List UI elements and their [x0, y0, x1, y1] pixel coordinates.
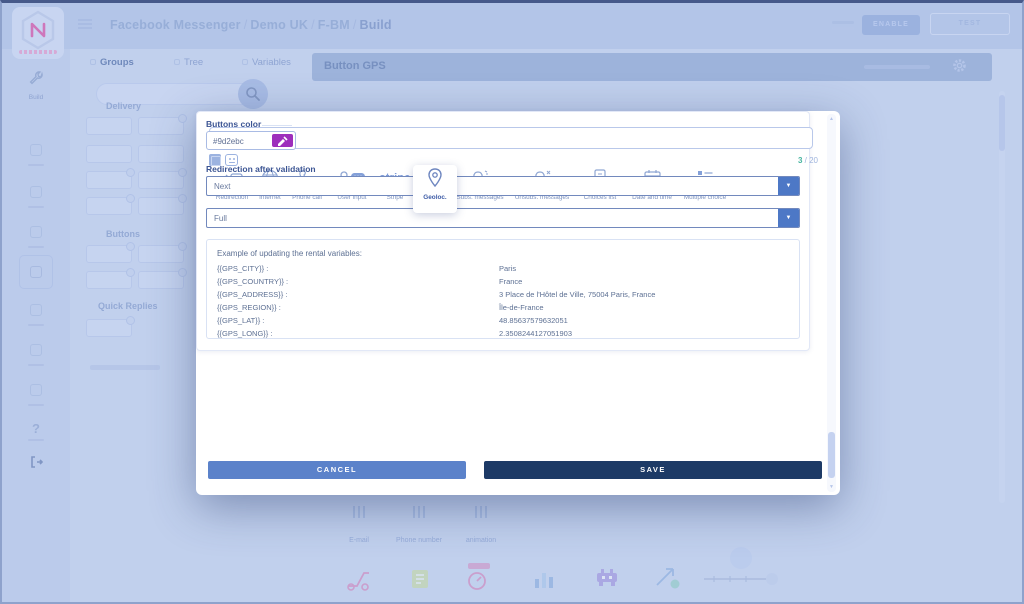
eyedropper-icon	[278, 136, 288, 146]
selected-value: Full	[214, 214, 227, 223]
example-row: {{GPS_LAT}} :48.85637579632051	[217, 316, 568, 325]
chevron-down-icon[interactable]: ▼	[778, 177, 799, 195]
modal-scrollbar-thumb[interactable]	[828, 432, 835, 478]
selected-value: Next	[214, 182, 231, 191]
redirection-select[interactable]: Next ▼	[206, 176, 800, 196]
type-search-input[interactable]	[209, 127, 813, 149]
display-select[interactable]: Full ▼	[206, 208, 800, 228]
redirection-label: Redirection after validation	[206, 164, 316, 174]
scroll-down-icon[interactable]: ▼	[827, 484, 836, 490]
example-row: {{GPS_LONG}} :2.3508244127051903	[217, 329, 572, 338]
character-counter: 3 / 20	[797, 156, 818, 165]
scroll-up-icon[interactable]: ▲	[827, 116, 836, 122]
location-pin-icon	[413, 165, 457, 191]
chevron-down-icon[interactable]: ▼	[778, 209, 799, 227]
color-picker-button[interactable]	[272, 134, 293, 147]
buttons-color-label: Buttons color	[206, 119, 262, 129]
example-title: Example of updating the rental variables…	[217, 249, 362, 258]
example-row: {{GPS_COUNTRY}} : France	[217, 277, 523, 286]
example-row: {{GPS_CITY}} : Paris	[217, 264, 517, 273]
app-root: Facebook Messenger / Demo UK / F-BM / Build EN…	[0, 0, 1024, 604]
buttons-color-input[interactable]: #9d2ebc	[206, 131, 296, 150]
variables-example-box: Example of updating the rental variables…	[206, 239, 800, 339]
example-row: {{GPS_ADDRESS}} :3 Place de l'Hôtel de V…	[217, 290, 656, 299]
modal-scrollbar[interactable]: ▲ ▼	[827, 114, 836, 492]
cancel-button[interactable]: CANCEL	[208, 461, 466, 479]
save-button[interactable]: SAVE	[484, 461, 822, 479]
color-value: #9d2ebc	[213, 137, 244, 146]
block-settings-modal: 3 / 20 Redirection Internet Phone call U…	[196, 111, 840, 495]
type-geoloc-selected[interactable]: Geoloc.	[413, 165, 457, 213]
example-row: {{GPS_REGION}} : Île-de-France	[217, 303, 544, 312]
